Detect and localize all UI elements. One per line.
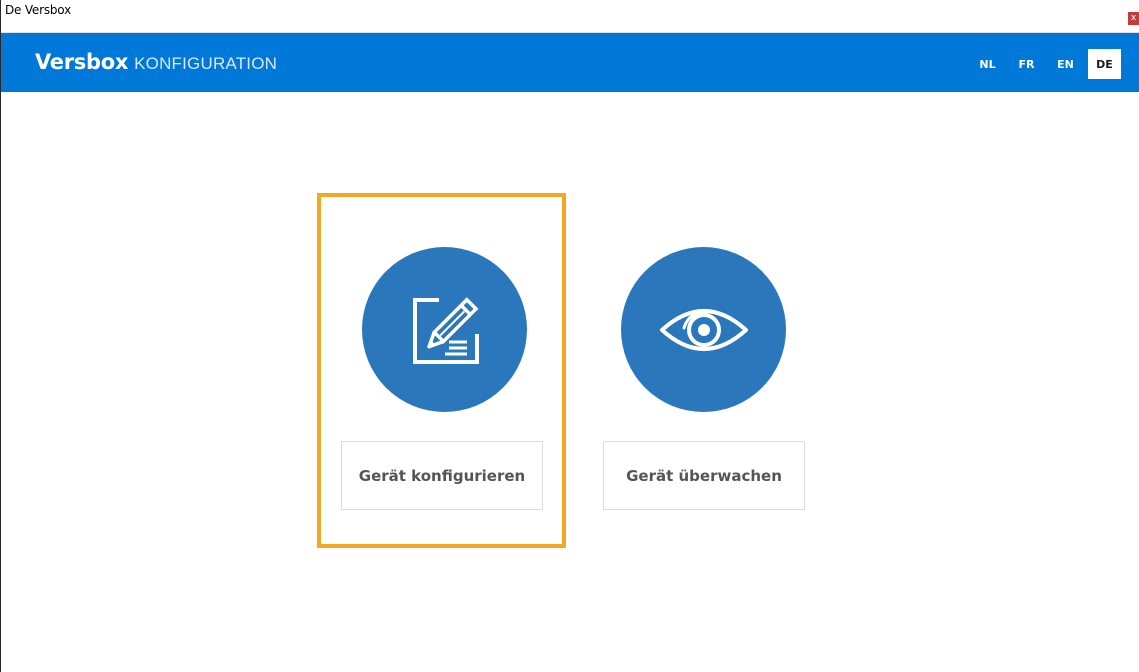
title-bar: De Versbox x (1, 0, 1139, 33)
edit-document-icon (412, 296, 479, 364)
monitor-device-icon-button[interactable] (621, 247, 786, 412)
brand-name: Versbox (35, 50, 129, 74)
monitor-device-button[interactable]: Gerät überwachen (603, 441, 805, 510)
app-header: Versbox KONFIGURATION NL FR EN DE (1, 33, 1139, 92)
brand: Versbox KONFIGURATION (35, 50, 277, 74)
brand-subtitle: KONFIGURATION (134, 54, 278, 73)
window-title: De Versbox (5, 3, 71, 17)
configure-device-icon-button[interactable] (362, 247, 527, 412)
close-button[interactable]: x (1128, 12, 1139, 25)
language-switcher: NL FR EN DE (971, 49, 1121, 79)
language-button-fr[interactable]: FR (1010, 49, 1043, 79)
language-button-nl[interactable]: NL (971, 49, 1004, 79)
app-window: De Versbox x Versbox KONFIGURATION NL FR… (0, 0, 1139, 672)
language-button-en[interactable]: EN (1049, 49, 1082, 79)
language-button-de[interactable]: DE (1088, 49, 1121, 79)
eye-icon (659, 308, 748, 351)
configure-device-button[interactable]: Gerät konfigurieren (341, 441, 543, 510)
